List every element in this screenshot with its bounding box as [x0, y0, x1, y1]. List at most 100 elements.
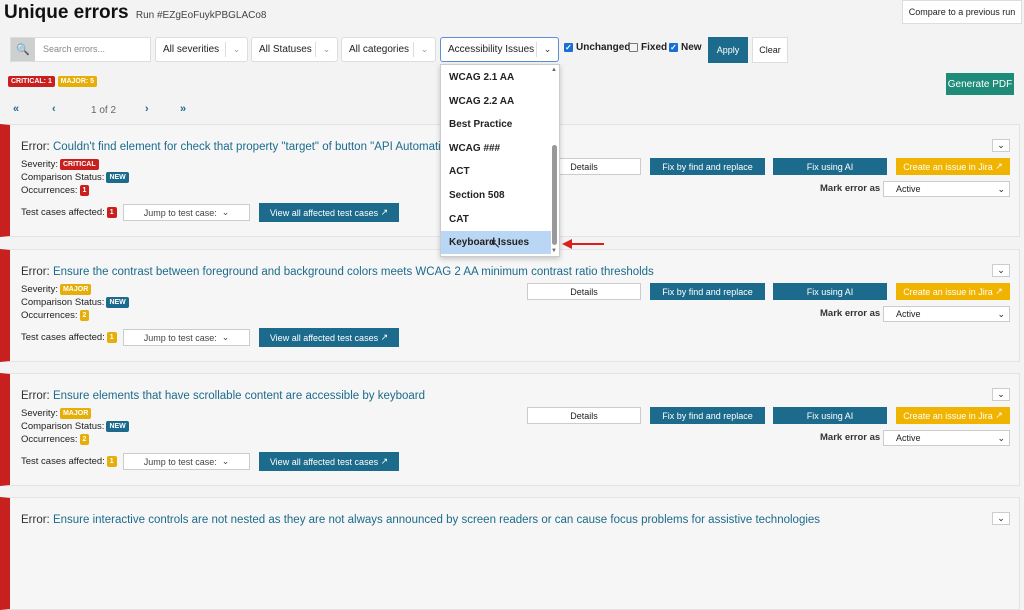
- clear-button[interactable]: Clear: [752, 37, 788, 63]
- create-jira-issue-button[interactable]: Create an issue in Jira ↗: [896, 283, 1010, 300]
- collapse-toggle-icon[interactable]: ⌄: [992, 388, 1010, 401]
- dropdown-option[interactable]: Section 508: [441, 184, 551, 207]
- scroll-up-icon[interactable]: ▲: [551, 67, 557, 73]
- severity-select[interactable]: All severities ⌄: [155, 37, 248, 62]
- fix-using-ai-button[interactable]: Fix using AI: [773, 283, 887, 300]
- generate-pdf-button[interactable]: Generate PDF: [946, 73, 1014, 95]
- comparison-row: Comparison Status: NEW: [21, 172, 129, 183]
- prev-page-button[interactable]: ‹: [52, 103, 56, 115]
- severity-label: Severity:: [21, 408, 58, 419]
- chevron-down-icon: ⌄: [997, 308, 1005, 319]
- view-all-label: View all affected test cases: [269, 456, 379, 467]
- dropdown-scrollbar[interactable]: [552, 145, 557, 245]
- view-all-test-cases-button[interactable]: View all affected test cases ↗: [259, 328, 399, 347]
- view-all-test-cases-button[interactable]: View all affected test cases ↗: [259, 452, 399, 471]
- major-count-badge: MAJOR: 5: [57, 76, 98, 87]
- search-box[interactable]: 🔍 Search errors...: [10, 37, 151, 62]
- category-dropdown-list[interactable]: WCAG 2.1 AA WCAG 2.2 AA Best Practice WCAG …: [440, 64, 560, 257]
- jump-to-test-case-select[interactable]: Jump to test case: ⌄: [123, 204, 250, 221]
- error-title: Error: Ensure the contrast between foreg…: [21, 266, 654, 278]
- red-arrow-annotation: [562, 239, 604, 249]
- severity-row: Severity: MAJOR: [21, 408, 92, 419]
- unchanged-checkbox[interactable]: ✓ Unchanged: [564, 42, 630, 53]
- occurrences-badge: 2: [79, 310, 90, 321]
- mark-error-select[interactable]: Active ⌄: [883, 430, 1010, 446]
- error-message-link[interactable]: Ensure interactive controls are not nest…: [53, 514, 820, 526]
- test-cases-label: Test cases affected:: [21, 332, 105, 343]
- error-label: Error:: [21, 266, 50, 278]
- status-badge: NEW: [106, 421, 129, 432]
- details-button[interactable]: Details: [527, 283, 641, 300]
- category-label: All categories: [349, 44, 410, 55]
- test-cases-badge: 1: [106, 332, 117, 343]
- jump-label: Jump to test case:: [143, 207, 217, 218]
- scroll-down-icon[interactable]: ▼: [551, 248, 557, 254]
- create-jira-issue-button[interactable]: Create an issue in Jira ↗: [896, 407, 1010, 424]
- view-all-test-cases-button[interactable]: View all affected test cases ↗: [259, 203, 399, 222]
- search-input[interactable]: Search errors...: [35, 38, 105, 61]
- severity-label: Severity:: [21, 284, 58, 295]
- jump-label: Jump to test case:: [143, 332, 217, 343]
- fix-using-ai-button[interactable]: Fix using AI: [773, 158, 887, 175]
- chevron-down-icon: ⌄: [413, 42, 435, 57]
- first-page-button[interactable]: «: [13, 103, 19, 115]
- dropdown-option[interactable]: WCAG 2.2 AA: [441, 90, 551, 113]
- fix-find-replace-button[interactable]: Fix by find and replace: [650, 283, 765, 300]
- comparison-row: Comparison Status: NEW: [21, 297, 129, 308]
- page-indicator: 1 of 2: [91, 105, 117, 116]
- status-select[interactable]: All Statuses ⌄: [251, 37, 338, 62]
- page-title: Unique errors Run #EZgEoFuykPBGLACo8: [4, 2, 267, 24]
- external-link-icon: ↗: [995, 410, 1003, 420]
- error-card: Error: Ensure the contrast between foreg…: [0, 249, 1020, 362]
- error-title: Error: Ensure elements that have scrolla…: [21, 390, 425, 402]
- severity-label: Severity:: [21, 159, 58, 170]
- fix-using-ai-button[interactable]: Fix using AI: [773, 407, 887, 424]
- checkbox-checked-icon: ✓: [669, 43, 678, 52]
- mark-error-label: Mark error as: [820, 308, 881, 319]
- dropdown-option[interactable]: CAT: [441, 208, 551, 231]
- fixed-checkbox[interactable]: Fixed: [629, 42, 667, 53]
- collapse-toggle-icon[interactable]: ⌄: [992, 264, 1010, 277]
- dropdown-option[interactable]: WCAG ###: [441, 137, 551, 160]
- external-link-icon: ↗: [995, 286, 1003, 296]
- error-label: Error:: [21, 390, 50, 402]
- dropdown-option[interactable]: WCAG 2.1 AA: [441, 66, 551, 89]
- external-link-icon: ↗: [380, 456, 389, 466]
- next-page-button[interactable]: ›: [145, 103, 149, 115]
- error-label: Error:: [21, 141, 50, 153]
- external-link-icon: ↗: [995, 161, 1003, 171]
- type-select[interactable]: Accessibility Issues ⌄: [440, 37, 559, 62]
- jump-to-test-case-select[interactable]: Jump to test case: ⌄: [123, 329, 250, 346]
- jump-to-test-case-select[interactable]: Jump to test case: ⌄: [123, 453, 250, 470]
- external-link-icon: ↗: [380, 207, 389, 217]
- jira-label: Create an issue in Jira: [903, 161, 993, 172]
- mark-error-label: Mark error as: [820, 183, 881, 194]
- jump-label: Jump to test case:: [143, 456, 217, 467]
- fix-find-replace-button[interactable]: Fix by find and replace: [650, 158, 765, 175]
- category-select[interactable]: All categories ⌄: [341, 37, 436, 62]
- fix-find-replace-button[interactable]: Fix by find and replace: [650, 407, 765, 424]
- collapse-toggle-icon[interactable]: ⌄: [992, 139, 1010, 152]
- test-cases-row: Test cases affected: 1: [21, 456, 117, 467]
- error-message-link[interactable]: Ensure the contrast between foreground a…: [53, 266, 654, 278]
- external-link-icon: ↗: [380, 332, 389, 342]
- comparison-label: Comparison Status:: [21, 421, 105, 432]
- occurrences-label: Occurrences:: [21, 185, 78, 196]
- mark-error-select[interactable]: Active ⌄: [883, 306, 1010, 322]
- test-cases-row: Test cases affected: 1: [21, 332, 117, 343]
- test-cases-badge: 1: [106, 207, 117, 218]
- chevron-down-icon: ⌄: [997, 432, 1005, 443]
- dropdown-option[interactable]: ACT: [441, 160, 551, 183]
- details-button[interactable]: Details: [527, 407, 641, 424]
- checkbox-icon: [629, 43, 638, 52]
- error-message-link[interactable]: Ensure elements that have scrollable con…: [53, 390, 425, 402]
- compare-button[interactable]: Compare to a previous run: [902, 0, 1022, 24]
- apply-button[interactable]: Apply: [708, 37, 748, 63]
- last-page-button[interactable]: »: [180, 103, 186, 115]
- mark-error-select[interactable]: Active ⌄: [883, 181, 1010, 197]
- dropdown-option[interactable]: Best Practice: [441, 113, 551, 136]
- collapse-toggle-icon[interactable]: ⌄: [992, 512, 1010, 525]
- chevron-down-icon: ⌄: [315, 42, 337, 57]
- create-jira-issue-button[interactable]: Create an issue in Jira ↗: [896, 158, 1010, 175]
- new-checkbox[interactable]: ✓ New: [669, 42, 702, 53]
